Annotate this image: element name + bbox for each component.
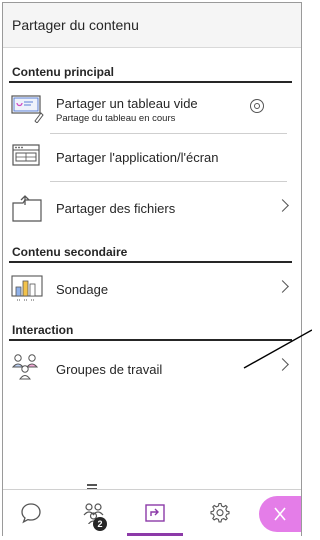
breakout-groups-item[interactable]: Groupes de travail — [9, 345, 293, 389]
section-header-secondary: Contenu secondaire — [9, 241, 292, 263]
section-header-interaction: Interaction — [9, 319, 292, 341]
whiteboard-icon — [11, 93, 45, 124]
breakout-groups-icon — [11, 352, 45, 382]
chevron-right-icon — [276, 199, 289, 212]
section-header-primary: Contenu principal — [9, 61, 292, 83]
file-share-icon — [11, 193, 45, 223]
stop-sharing-icon[interactable] — [250, 99, 264, 113]
share-files-label: Partager des fichiers — [56, 201, 176, 216]
poll-label: Sondage — [56, 282, 109, 297]
attendees-count-badge: 2 — [93, 517, 107, 531]
close-icon — [274, 507, 286, 521]
settings-tab[interactable] — [191, 490, 247, 537]
breakout-groups-label: Groupes de travail — [56, 362, 163, 377]
chevron-right-icon — [276, 358, 289, 371]
attendees-tab[interactable]: 2 — [65, 484, 121, 537]
chat-tab[interactable] — [3, 490, 59, 537]
poll-item[interactable]: Sondage — [9, 267, 293, 311]
share-screen-item[interactable]: Partager l'application/l'écran — [9, 134, 293, 178]
share-files-item[interactable]: Partager des fichiers — [9, 186, 293, 230]
share-screen-label: Partager l'application/l'écran — [56, 150, 219, 165]
menu-icon — [87, 484, 97, 491]
share-content-tab[interactable] — [127, 490, 183, 537]
share-content-icon — [145, 504, 165, 522]
share-whiteboard-item[interactable]: Partager un tableau vide Partage du tabl… — [9, 86, 293, 130]
section-title-interaction: Interaction — [12, 323, 74, 337]
chat-bubble-icon — [21, 503, 41, 524]
poll-icon — [11, 274, 45, 304]
section-title-secondary: Contenu secondaire — [12, 245, 128, 259]
gear-icon — [210, 502, 230, 523]
panel-header: Partager du contenu — [3, 3, 301, 48]
close-button[interactable] — [259, 496, 301, 532]
divider — [50, 181, 287, 182]
screen-share-icon — [11, 141, 45, 171]
share-whiteboard-status: Partage du tableau en cours — [56, 113, 176, 124]
bottom-nav: 2 — [3, 484, 301, 537]
panel-title: Partager du contenu — [12, 17, 139, 33]
share-whiteboard-label: Partager un tableau vide — [56, 96, 198, 111]
chevron-right-icon — [276, 280, 289, 293]
share-content-panel: Partager du contenu Contenu principal Pa… — [2, 2, 302, 537]
section-title-primary: Contenu principal — [12, 65, 114, 79]
